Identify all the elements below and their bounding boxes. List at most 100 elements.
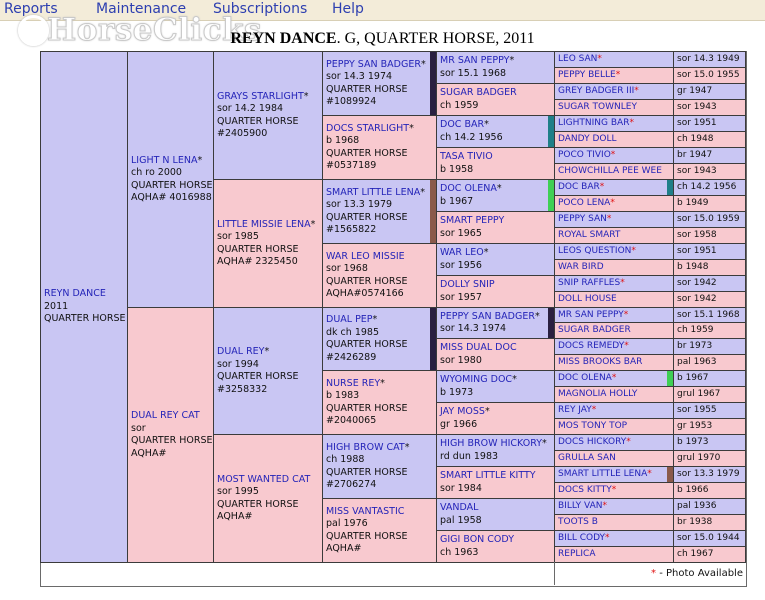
horse-name-link[interactable]: MOST WANTED CAT — [217, 474, 319, 487]
horse-name-link[interactable]: DOC BAR* — [558, 182, 604, 193]
horse-name-link[interactable]: MOS TONY TOP — [558, 421, 627, 432]
horse-name-link[interactable]: DOC BAR* — [440, 119, 545, 132]
horse-detail-info: sor 15.1 1968 — [677, 309, 740, 320]
pedigree-cell: GIGI BON CODY ch 1963 — [436, 530, 555, 563]
horse-name-link[interactable]: GREY BADGER III* — [558, 86, 639, 97]
horse-name-link[interactable]: DOC OLENA* — [558, 373, 616, 384]
horse-name-link[interactable]: DOCS STARLIGHT* — [326, 123, 433, 136]
horse-name-link-text: WYOMING DOC — [440, 374, 513, 385]
horse-name-link[interactable]: CHOWCHILLA PEE WEE — [558, 166, 662, 177]
horse-name-link[interactable]: POCO TIVIO* — [558, 150, 615, 161]
horse-name-link-text: BILL CODY — [558, 533, 606, 543]
pedigree-cell: DOC BAR* ch 14.2 1956 — [436, 115, 555, 148]
horse-name-link[interactable]: DOLLY SNIP — [440, 279, 551, 292]
horse-name-link[interactable]: DUAL PEP* — [326, 314, 427, 327]
horse-name-link[interactable]: MISS DUAL DOC — [440, 342, 551, 355]
horse-name-link[interactable]: DOCS KITTY* — [558, 485, 616, 496]
pedigree-cell: CHOWCHILLA PEE WEE — [554, 163, 674, 180]
horse-name-link[interactable]: WAR BIRD — [558, 262, 604, 273]
horse-name-link[interactable]: MR SAN PEPPY* — [440, 55, 551, 68]
photo-available-mark: * — [610, 198, 615, 208]
pedigree-cell-info: pal 1963 — [673, 354, 746, 371]
pedigree-cell: MISS DUAL DOC sor 1980 — [436, 338, 555, 371]
horse-detail-l4: #2405900 — [217, 128, 268, 139]
horse-name-link[interactable]: DANDY DOLL — [558, 134, 617, 145]
horse-name-link[interactable]: TASA TIVIO — [440, 151, 551, 164]
photo-available-mark: * — [420, 186, 425, 198]
horse-name-link[interactable]: PEPPY SAN* — [558, 214, 611, 225]
photo-available-mark: * — [611, 485, 617, 495]
horse-name-link[interactable]: HIGH BROW CAT* — [326, 442, 433, 455]
horse-name-link[interactable]: NURSE REY* — [326, 378, 433, 391]
pedigree-cell: SUGAR BADGER — [554, 322, 674, 339]
horse-name-link[interactable]: VANDAL — [440, 502, 551, 515]
horse-name-link[interactable]: LIGHT N LENA* — [131, 155, 210, 168]
horse-name-link[interactable]: TOOTS B — [558, 517, 598, 528]
horse-name-link[interactable]: PEPPY SAN BADGER* — [326, 59, 427, 72]
horse-name-link[interactable]: GRULLA SAN — [558, 453, 616, 464]
horse-name-link[interactable]: DOCS HICKORY* — [558, 437, 631, 448]
horse-name-link-text: LITTLE MISSIE LENA — [217, 218, 311, 230]
horse-name-link[interactable]: SUGAR BADGER — [558, 325, 631, 336]
horse-name-link[interactable]: DOCS REMEDY* — [558, 341, 629, 352]
horse-name-link[interactable]: SMART LITTLE LENA* — [558, 469, 652, 480]
horse-detail-l2: b 1968 — [326, 135, 360, 146]
horse-name-link[interactable]: BILL CODY* — [558, 533, 610, 544]
horse-name-link[interactable]: GRAYS STARLIGHT* — [217, 91, 319, 104]
horse-detail-l3: QUARTER HORSE — [131, 179, 213, 191]
horse-name-link[interactable]: LIGHTNING BAR* — [558, 118, 634, 129]
pedigree-cell-info: br 1973 — [673, 338, 746, 355]
horse-name-link-text: DOCS KITTY — [558, 485, 612, 495]
horse-name-link[interactable]: MAGNOLIA HOLLY — [558, 389, 637, 400]
horse-name-link[interactable]: DOLL HOUSE — [558, 294, 617, 305]
horse-detail-l2: gr 1966 — [440, 418, 478, 430]
horse-name-link[interactable]: MR SAN PEPPY* — [558, 310, 628, 321]
photo-available-mark: * — [380, 377, 385, 389]
pedigree-cell: MR SAN PEPPY* sor 15.1 1968 — [436, 51, 555, 84]
horse-detail-l3: QUARTER HORSE — [131, 435, 213, 446]
subject-name-link[interactable]: REYN DANCE — [44, 288, 124, 301]
horse-name-link[interactable]: SUGAR BADGER — [440, 87, 551, 100]
horse-name-link[interactable]: SNIP RAFFLES* — [558, 278, 625, 289]
horse-name-link[interactable]: JAY MOSS* — [440, 406, 551, 419]
pedigree-cell-info: sor 1942 — [673, 291, 746, 308]
horse-name-link[interactable]: REPLICA — [558, 549, 595, 560]
horse-name-link-text: SNIP RAFFLES — [558, 278, 621, 288]
horse-name-link[interactable]: WAR LEO MISSIE — [326, 251, 433, 264]
horse-name-link[interactable]: PEPPY SAN BADGER* — [440, 311, 545, 324]
horse-name-link[interactable]: GIGI BON CODY — [440, 534, 551, 547]
horse-name-link[interactable]: SMART LITTLE KITTY — [440, 470, 551, 483]
horse-name-link[interactable]: WAR LEO* — [440, 247, 551, 260]
horse-name-link[interactable]: DOC OLENA* — [440, 183, 545, 196]
horse-name-link[interactable]: LEOS QUESTION* — [558, 246, 636, 257]
horse-detail-info: sor 1943 — [677, 166, 717, 176]
horse-name-link[interactable]: DUAL REY* — [217, 346, 319, 359]
horse-detail-info: sor 1942 — [677, 278, 717, 288]
horse-name-link-text: SMART PEPPY — [440, 215, 505, 226]
horse-name-link[interactable]: SMART PEPPY — [440, 215, 551, 228]
horse-name-link[interactable]: REY JAY* — [558, 405, 596, 416]
photo-available-mark: * — [484, 119, 489, 130]
horse-name-link[interactable]: MISS VANTASTIC — [326, 506, 433, 519]
horse-name-link[interactable]: HIGH BROW HICKORY* — [440, 438, 551, 451]
pedigree-cell: DOC BAR* — [554, 179, 674, 196]
horse-name-link[interactable]: POCO LENA* — [558, 198, 615, 209]
horse-name-link[interactable]: WYOMING DOC* — [440, 374, 551, 387]
horse-name-link[interactable]: PEPPY BELLE* — [558, 70, 620, 81]
horse-name-link[interactable]: LITTLE MISSIE LENA* — [217, 219, 319, 232]
horse-name-link[interactable]: LEO SAN* — [558, 54, 602, 65]
horse-detail-l2: sor 1980 — [440, 354, 482, 366]
menu-help[interactable]: Help — [332, 1, 364, 17]
pedigree-cell: GRAYS STARLIGHT* sor 14.2 1984 QUARTER HOR… — [213, 51, 323, 180]
horse-name-link[interactable]: BILLY VAN* — [558, 501, 607, 512]
pedigree-cell: DOCS KITTY* — [554, 482, 674, 499]
photo-available-mark: * — [629, 118, 634, 128]
horse-name-link[interactable]: SUGAR TOWNLEY — [558, 102, 637, 113]
horse-name-link[interactable]: ROYAL SMART — [558, 230, 620, 241]
horse-name-link[interactable]: MISS BROOKS BAR — [558, 357, 642, 368]
horse-name-link[interactable]: SMART LITTLE LENA* — [326, 187, 427, 200]
pedigree-cell-info: b 1948 — [673, 259, 746, 276]
pedigree-cell-info: ch 1948 — [673, 131, 746, 148]
horse-name-link[interactable]: DUAL REY CAT — [131, 410, 210, 423]
subject-breed: QUARTER HORSE — [44, 313, 126, 325]
